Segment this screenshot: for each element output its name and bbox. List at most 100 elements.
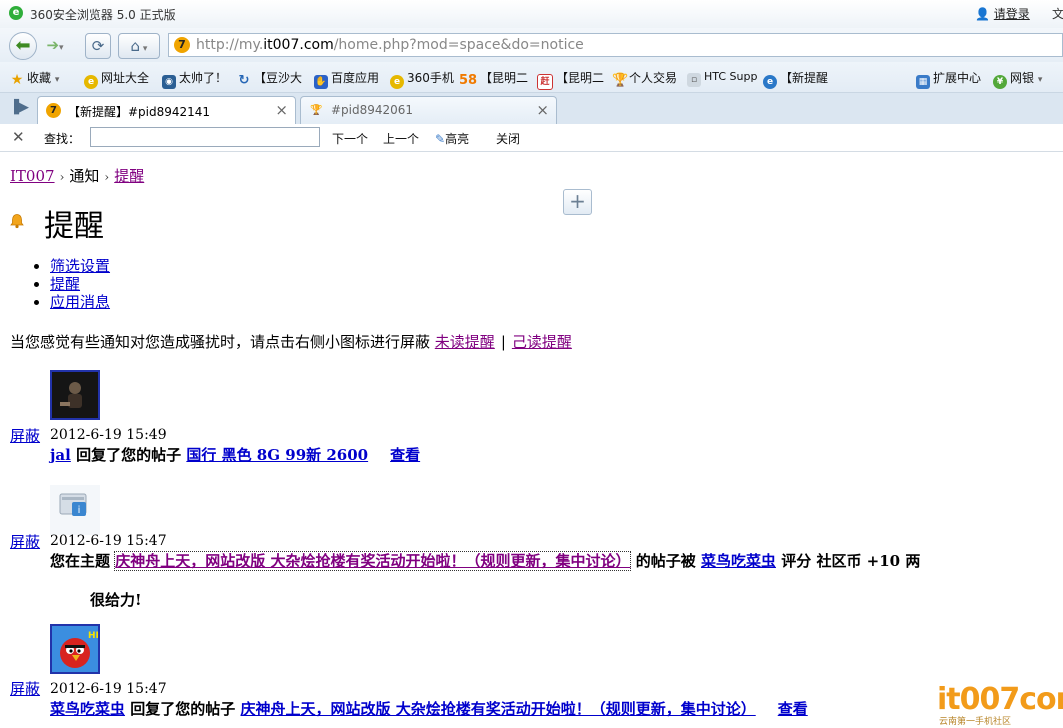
watermark-slogan: 云南第一手机社区: [939, 717, 1012, 727]
view-link[interactable]: 查看: [390, 446, 420, 464]
url-prefix: http://my.: [196, 37, 264, 53]
view-link[interactable]: 查看: [778, 700, 808, 718]
favorite-label: 网址大全: [101, 71, 150, 85]
favorite-item[interactable]: ↻ 【豆沙大: [237, 69, 302, 88]
home-button[interactable]: ⌂ ▾: [118, 33, 160, 59]
favorite-item[interactable]: e 【新提醒: [763, 69, 828, 89]
thread-link[interactable]: 国行 黑色 8G 99新 2600: [186, 446, 368, 464]
url-text[interactable]: http://my.it007.com/home.php?mod=space&d…: [196, 37, 584, 53]
avatar[interactable]: [50, 370, 100, 420]
bank-icon: ¥: [993, 75, 1007, 89]
find-input[interactable]: [90, 127, 320, 147]
puzzle-icon: ▦: [916, 75, 930, 89]
favorites-menu[interactable]: ★ 收藏 ▾: [10, 69, 60, 87]
navigation-bar: ⬅ ➔▾ ⟳ ⌂ ▾ 7 http://my.it007.com/home.ph…: [0, 28, 1063, 62]
favorites-bar: ★ 收藏 ▾ e 网址大全 ◉ 太帅了！ ↻ 【豆沙大 ✋ 百度应用 e 360手机 58 【…: [0, 62, 1063, 93]
favorite-item[interactable]: ✋ 百度应用: [314, 69, 379, 89]
bell-icon: [10, 214, 24, 229]
avatar[interactable]: HD: [50, 624, 100, 674]
svg-text:HD: HD: [88, 631, 98, 641]
highlight-label: 高亮: [445, 132, 470, 146]
user-link[interactable]: 菜鸟吃菜虫: [50, 700, 125, 718]
notification-text: 菜鸟吃菜虫 回复了您的帖子 庆神舟上天，网站改版 大杂烩抢楼有奖活动开始啦！（规…: [50, 698, 808, 719]
prefix-text: 您在主题: [50, 552, 111, 570]
favorite-item[interactable]: 🏆个人交易: [612, 69, 677, 88]
breadcrumb-current-link[interactable]: 提醒: [114, 167, 144, 185]
favorite-item[interactable]: 58 【昆明二: [459, 69, 528, 88]
timestamp: 2012-6-19 15:49: [50, 427, 167, 443]
favorite-item[interactable]: 赶【昆明二: [537, 69, 604, 90]
site-icon: ◉: [162, 75, 176, 89]
url-host: it007.com: [263, 37, 334, 53]
favorite-item[interactable]: ▫ HTC Supp: [687, 70, 757, 87]
back-button[interactable]: ⬅: [9, 32, 37, 60]
find-label: 查找：: [44, 132, 81, 146]
window-title: 360安全浏览器 5.0 正式版: [30, 8, 176, 22]
login-link[interactable]: 👤 请登录: [975, 5, 1030, 22]
highlight-button[interactable]: ✎高亮: [435, 130, 469, 147]
tab-label: 【新提醒】#pid8942141: [68, 105, 211, 119]
thread-link[interactable]: 庆神舟上天，网站改版 大杂烩抢楼有奖活动开始啦！（规则更新，集中讨论）: [241, 700, 756, 718]
close-tab-icon[interactable]: ×: [275, 101, 288, 119]
favorite-item[interactable]: ◉ 太帅了！: [162, 69, 227, 89]
sina-icon: ↻: [238, 73, 250, 88]
shield-button[interactable]: 屏蔽: [10, 678, 40, 699]
notification-menu: 筛选设置 提醒 应用消息: [30, 257, 110, 311]
refresh-button[interactable]: ⟳: [85, 33, 111, 59]
notification-text: 您在主题 庆神舟上天，网站改版 大杂烩抢楼有奖活动开始啦！（规则更新，集中讨论）…: [50, 550, 920, 571]
timestamp: 2012-6-19 15:47: [50, 681, 167, 697]
close-tab-icon[interactable]: ×: [536, 101, 549, 119]
breadcrumb-home-link[interactable]: IT007: [10, 167, 55, 185]
favorite-label: 360手机: [407, 71, 454, 85]
favorite-label: 【昆明二: [556, 71, 605, 85]
arrow-left-icon: ⬅: [15, 35, 31, 56]
rating-comment: 很给力!: [90, 591, 142, 609]
find-bar: ✕ 查找： 下一个 上一个 ✎高亮 关闭: [0, 124, 1063, 152]
user-link[interactable]: 菜鸟吃菜虫: [701, 552, 776, 570]
avatar: i: [50, 485, 100, 535]
address-bar[interactable]: 7 http://my.it007.com/home.php?mod=space…: [168, 33, 1063, 57]
breadcrumb: IT007 › 通知 › 提醒: [10, 165, 144, 186]
360-browser-logo-icon: e: [9, 6, 23, 20]
tab-inactive[interactable]: 🏆 #pid8942061 ×: [300, 96, 557, 124]
thread-link[interactable]: 庆神舟上天，网站改版 大杂烩抢楼有奖活动开始啦！（规则更新，集中讨论）: [114, 551, 632, 571]
58-icon: 58: [459, 73, 478, 88]
htc-icon: ▫: [687, 73, 701, 87]
favorite-label: 【昆明二: [480, 71, 529, 85]
360-icon: e: [390, 75, 404, 89]
login-label: 请登录: [993, 7, 1030, 21]
favorite-item[interactable]: e 网址大全: [84, 69, 149, 89]
ie-icon: e: [763, 75, 777, 89]
favorite-item[interactable]: e 360手机: [390, 69, 454, 89]
forward-button[interactable]: ➔▾: [38, 36, 72, 54]
find-prev-button[interactable]: 上一个: [383, 130, 419, 147]
close-findbar-icon[interactable]: ✕: [12, 128, 25, 146]
shield-notice: 当您感觉有些通知对您造成骚扰时，请点击右侧小图标进行屏蔽 未读提醒 | 己读提醒: [10, 331, 572, 352]
unread-reminders-link[interactable]: 未读提醒: [435, 333, 495, 351]
app-messages-link[interactable]: 应用消息: [50, 293, 110, 311]
timestamp: 2012-6-19 15:47: [50, 533, 167, 549]
user-link[interactable]: jal: [50, 446, 71, 464]
shield-button[interactable]: 屏蔽: [10, 531, 40, 552]
shield-button[interactable]: 屏蔽: [10, 425, 40, 446]
online-bank-button[interactable]: ¥ 网银 ▾: [993, 69, 1042, 89]
sidebar-toggle-icon[interactable]: ▐▶: [9, 100, 29, 115]
favorite-label: 收藏: [27, 71, 52, 85]
chevron-down-icon: ▾: [59, 43, 64, 53]
favorite-label: 个人交易: [629, 71, 678, 85]
tab-active[interactable]: 7 【新提醒】#pid8942141 ×: [37, 96, 296, 124]
tab-label: #pid8942061: [331, 103, 414, 117]
trophy-icon: 🏆: [310, 105, 323, 116]
favorite-label: 太帅了！: [179, 71, 228, 85]
filter-settings-link[interactable]: 筛选设置: [50, 257, 110, 275]
read-reminders-link[interactable]: 己读提醒: [512, 333, 572, 351]
reminder-link[interactable]: 提醒: [50, 275, 80, 293]
menu-item: 筛选设置: [50, 257, 110, 275]
find-close-button[interactable]: 关闭: [496, 130, 520, 147]
site-favicon-icon: 7: [174, 37, 190, 53]
notice-text: 当您感觉有些通知对您造成骚扰时，请点击右侧小图标进行屏蔽: [10, 333, 431, 351]
find-next-button[interactable]: 下一个: [332, 130, 368, 147]
extension-center-button[interactable]: ▦ 扩展中心: [916, 69, 981, 89]
truncated-menu-label[interactable]: 文: [1052, 5, 1063, 22]
mid-text: 的帖子被: [635, 552, 696, 570]
